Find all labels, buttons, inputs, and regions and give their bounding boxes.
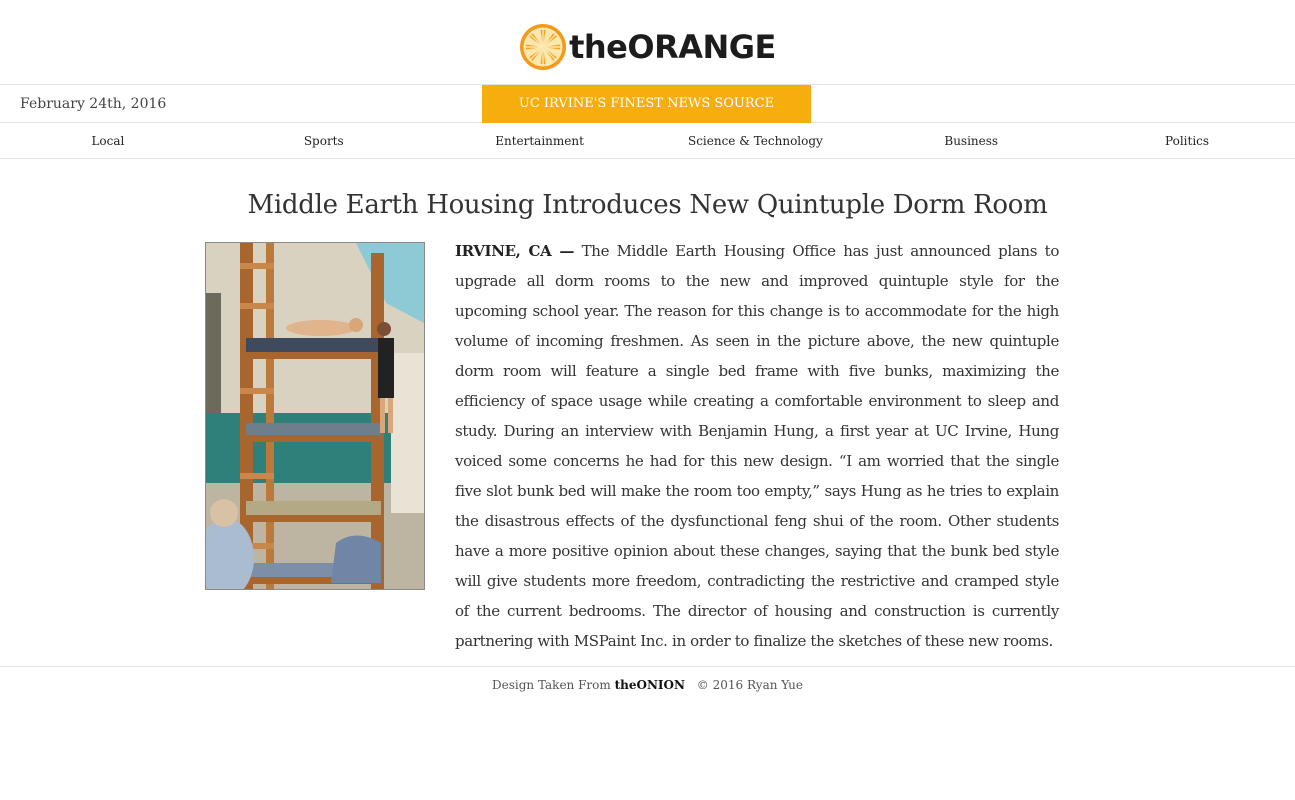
article-photo: [205, 242, 425, 590]
dateline: IRVINE, CA —: [455, 242, 575, 260]
current-date: February 24th, 2016: [20, 96, 167, 112]
nav-item-science-technology[interactable]: Science & Technology: [647, 123, 863, 158]
article-body: IRVINE, CA — The Middle Earth Housing Of…: [455, 236, 1059, 656]
article-body-text: The Middle Earth Housing Office has just…: [455, 242, 1060, 650]
footer-copyright: © 2016 Ryan Yue: [696, 678, 803, 692]
nav-item-entertainment[interactable]: Entertainment: [432, 123, 648, 158]
masthead: theORANGE: [0, 0, 1295, 85]
site-name: theORANGE: [569, 28, 776, 66]
site-footer: Design Taken From theONION © 2016 Ryan Y…: [0, 666, 1295, 702]
site-logo[interactable]: theORANGE: [519, 13, 776, 71]
footer-credit-prefix: Design Taken From: [492, 678, 611, 692]
article-headline: Middle Earth Housing Introduces New Quin…: [247, 190, 1048, 220]
orange-slice-icon: [520, 24, 567, 70]
nav-item-business[interactable]: Business: [863, 123, 1079, 158]
section-nav: Local Sports Entertainment Science & Tec…: [0, 123, 1295, 159]
article: IRVINE, CA — The Middle Earth Housing Of…: [0, 221, 1295, 666]
tagline-banner: UC IRVINE'S FINEST NEWS SOURCE: [482, 85, 811, 123]
nav-item-politics[interactable]: Politics: [1079, 123, 1295, 158]
info-bar: February 24th, 2016 UC IRVINE'S FINEST N…: [0, 85, 1295, 123]
footer-credit-link[interactable]: theONION: [615, 678, 685, 692]
nav-item-local[interactable]: Local: [0, 123, 216, 158]
nav-item-sports[interactable]: Sports: [216, 123, 432, 158]
